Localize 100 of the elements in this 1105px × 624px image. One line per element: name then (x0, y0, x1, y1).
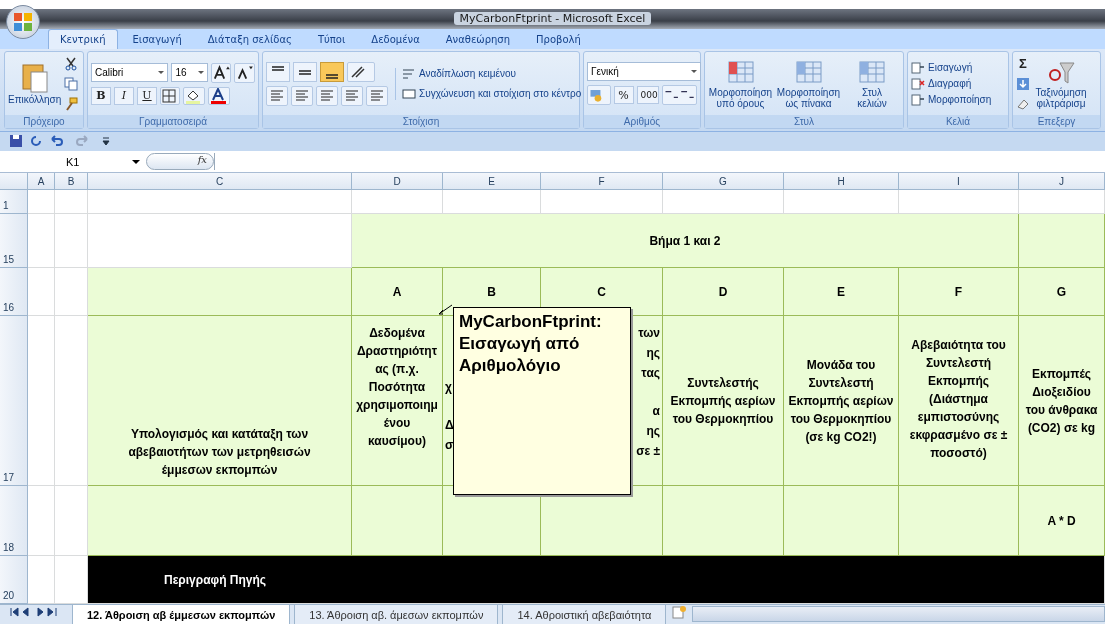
font-size-field[interactable]: 16 (171, 63, 208, 82)
cell-text-fragment: σ (445, 437, 454, 454)
table-cell: A (352, 268, 443, 316)
table-cell: A * D (1019, 486, 1105, 556)
cell-text-fragment: των (638, 325, 660, 342)
wrap-text-button[interactable]: Αναδίπλωση κειμένου (402, 67, 582, 80)
paste-button[interactable]: Επικόλληση (8, 62, 62, 105)
row-header[interactable]: 17 (0, 316, 28, 486)
cells-button[interactable]: Διαγραφή (911, 77, 1005, 90)
grow-font-icon[interactable] (210, 62, 232, 83)
ribbon-tab[interactable]: Προβολή (525, 29, 592, 50)
column-header[interactable]: E (443, 173, 541, 190)
format-painter-icon[interactable] (64, 96, 79, 111)
ribbon-tab[interactable]: Διάταξη σελίδας (196, 29, 303, 50)
column-header[interactable]: H (784, 173, 899, 190)
merge-cells-icon (402, 87, 416, 100)
number-format-field[interactable]: Γενική (587, 62, 701, 81)
sheet-tab[interactable]: 12. Άθροιση αβ έμμεσων εκπομπών (72, 605, 291, 624)
table-cell: Συντελεστής Εκπομπής αερίων του Θερμοκηπίου (663, 316, 784, 486)
wrap-text-icon (402, 67, 416, 80)
ribbon-tab[interactable]: Δεδομένα (360, 29, 431, 50)
name-box[interactable]: K1 (6, 153, 146, 171)
fill-icon[interactable] (1016, 76, 1030, 91)
ribbon-tab[interactable]: Εισαγωγή (121, 29, 193, 50)
table-cell: D (663, 268, 784, 316)
decimal-icon[interactable] (661, 85, 697, 105)
cell-text-fragment: τας (641, 365, 660, 382)
clipboard-icon (19, 62, 50, 94)
cell-text-fragment: χ (445, 379, 452, 396)
cell-text-fragment: ης (646, 345, 660, 362)
row-header[interactable]: 18 (0, 486, 28, 556)
refresh-icon[interactable] (29, 134, 43, 149)
style-button[interactable]: Μορφοποίηση υπό όρους (708, 58, 773, 109)
text-align-icon[interactable] (291, 85, 313, 106)
cells-button[interactable]: Εισαγωγή (911, 61, 1005, 74)
cell-text-fragment: Δ (445, 417, 454, 434)
cells-icon (911, 61, 925, 74)
text-align-icon[interactable] (266, 85, 288, 106)
table-cell (55, 214, 88, 268)
style-button[interactable]: Μορφοποίηση ως πίνακα (776, 58, 841, 109)
sheet-tab[interactable]: 14. Αθροιστική αβεβαιότητα (502, 605, 667, 624)
row-header[interactable]: 20 (0, 556, 28, 604)
column-header[interactable]: C (88, 173, 352, 190)
function-button[interactable]: fx (146, 153, 214, 171)
font-color-icon[interactable] (208, 86, 230, 105)
thousands-button[interactable]: 000 (636, 86, 659, 104)
cells-button[interactable]: Μορφοποίηση (911, 93, 1005, 106)
cells-icon (911, 77, 925, 90)
table-cell: G (1019, 268, 1105, 316)
table-cell: E (784, 268, 899, 316)
group-label: Επεξεργ (1013, 114, 1100, 128)
table-cell (28, 190, 55, 214)
cell-comment: MyCarbonFtprint: Εισαγωγή από Αριθμολόγιο (453, 307, 631, 495)
fill-color-icon[interactable] (183, 86, 205, 105)
section-header: Περιγραφή Πηγής (88, 556, 1105, 604)
table-cell (28, 486, 55, 556)
underline-button[interactable]: U (137, 86, 157, 105)
column-header[interactable]: B (55, 173, 88, 190)
horizontal-scrollbar[interactable] (692, 606, 1105, 622)
row-header[interactable]: 1 (0, 190, 28, 214)
vertical-align-icon[interactable] (293, 61, 317, 82)
vertical-align-icon[interactable] (320, 61, 344, 82)
cell-text-fragment: ης (646, 423, 660, 440)
ribbon-tab[interactable]: Τύποι (306, 29, 357, 50)
sheet-tab[interactable]: 13. Άθροιση αβ. άμεσων εκπομπών (294, 605, 499, 624)
text-align-icon[interactable] (316, 85, 338, 106)
table-cell (28, 214, 55, 268)
comment-arrow (438, 303, 454, 315)
column-header[interactable]: G (663, 173, 784, 190)
group-label: Στοίχιση (263, 114, 579, 128)
row-header[interactable]: 16 (0, 268, 28, 316)
currency-icon[interactable] (587, 85, 611, 105)
copy-icon[interactable] (64, 76, 79, 91)
shrink-font-icon[interactable] (234, 62, 255, 83)
vertical-align-icon[interactable] (266, 61, 290, 82)
sort-filter-button[interactable]: Ταξινόμηση φιλτράρισμ (1033, 58, 1089, 109)
cell-text-fragment: σε ± (636, 443, 660, 460)
row-header[interactable]: 15 (0, 214, 28, 268)
column-header[interactable]: D (352, 173, 443, 190)
column-header[interactable]: A (28, 173, 55, 190)
italic-button[interactable]: I (114, 86, 134, 105)
style-button[interactable]: Στυλ κελιών (844, 58, 900, 109)
autosum-button[interactable]: Σ (1016, 56, 1030, 71)
cut-icon[interactable] (64, 56, 79, 71)
column-header[interactable]: F (541, 173, 663, 190)
window-title: MyCarbonFtprint - Microsoft Excel (453, 12, 652, 26)
cells-icon (911, 93, 925, 106)
borders-icon[interactable] (160, 86, 180, 105)
orientation-icon[interactable] (347, 61, 375, 82)
merge-center-button[interactable]: Συγχώνευση και στοίχιση στο κέντρο (402, 87, 582, 100)
ribbon-tab[interactable]: Αναθεώρηση (434, 29, 522, 50)
column-header[interactable]: I (899, 173, 1019, 190)
column-header[interactable]: J (1019, 173, 1105, 190)
save-icon[interactable] (9, 134, 23, 149)
group-label: Κελιά (908, 114, 1008, 128)
percent-button[interactable]: % (613, 86, 634, 104)
table-cell (28, 268, 55, 316)
bold-button[interactable]: B (91, 86, 111, 105)
font-name-field[interactable]: Calibri (91, 63, 169, 82)
ribbon-tab[interactable]: Κεντρική (48, 29, 118, 50)
